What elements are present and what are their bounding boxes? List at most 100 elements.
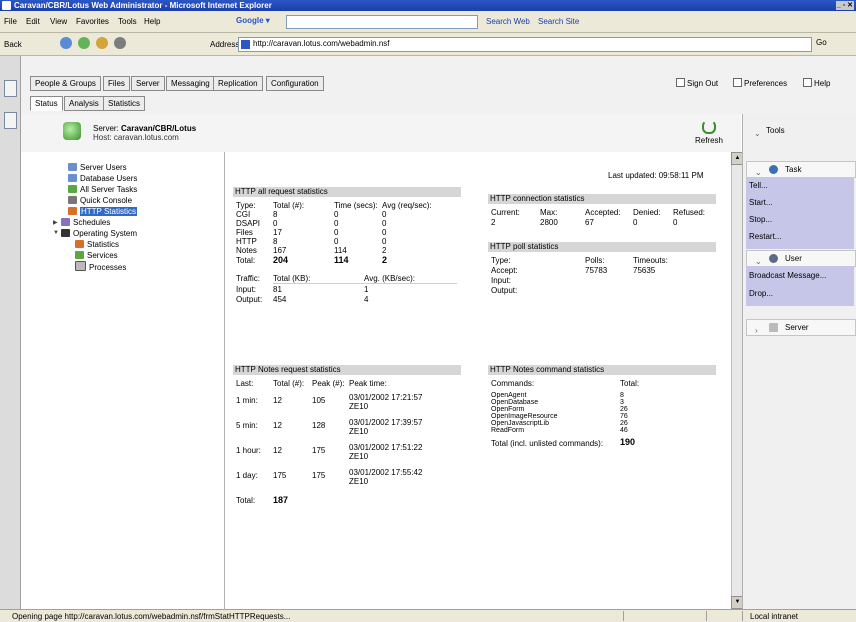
google-search-input[interactable]: [286, 15, 478, 29]
user-icon: [769, 254, 778, 263]
col-timeouts: Timeouts:: [633, 256, 668, 265]
collapse-icon[interactable]: ▼: [53, 230, 59, 236]
tab-analysis[interactable]: Analysis: [64, 96, 104, 111]
task-stop[interactable]: Stop...: [749, 215, 772, 224]
table-cell: 67: [585, 218, 594, 227]
tree-item-operating-system[interactable]: Operating System: [61, 228, 137, 239]
tree-item-services[interactable]: Services: [75, 250, 118, 261]
tree-item-statistics[interactable]: Statistics: [75, 239, 119, 250]
task-start[interactable]: Start...: [749, 198, 773, 207]
task-section[interactable]: ⌄ Task: [746, 161, 856, 178]
server-icon: [63, 122, 81, 140]
server-name: Caravan/CBR/Lotus: [121, 124, 197, 133]
table-cell: Accept:: [491, 266, 518, 275]
user-section[interactable]: ⌄ User: [746, 250, 856, 267]
table-cell: 5 min:: [236, 421, 258, 430]
table-cell: 75635: [633, 266, 656, 275]
window-controls[interactable]: _ ▫ ✕: [836, 1, 854, 10]
col-commands: Commands:: [491, 379, 535, 388]
tab-status[interactable]: Status: [30, 96, 63, 111]
table-cell: 1: [364, 285, 369, 294]
table-cell: 46: [620, 427, 628, 434]
table-cell: Input:: [236, 285, 257, 294]
tab-messaging[interactable]: Messaging: [166, 76, 215, 91]
task-tell[interactable]: Tell...: [749, 181, 768, 190]
console-icon: [68, 196, 77, 204]
stop-icon[interactable]: [60, 37, 72, 49]
tree-item-all-server-tasks[interactable]: All Server Tasks: [68, 184, 137, 195]
server-section[interactable]: › Server: [746, 319, 856, 336]
help-link[interactable]: Help: [803, 78, 830, 88]
table-cell: OpenDatabase: [491, 399, 539, 406]
table-cell: 454: [273, 295, 287, 304]
google-toolbar-logo[interactable]: Google ▾: [236, 16, 270, 25]
go-button[interactable]: Go: [816, 38, 827, 47]
tree-item-processes[interactable]: Processes: [75, 261, 126, 272]
menu-file[interactable]: File: [4, 17, 17, 26]
divider: [273, 283, 457, 284]
menu-help[interactable]: Help: [144, 17, 160, 26]
table-cell: 76: [620, 413, 628, 420]
table-cell: 4: [364, 295, 369, 304]
tab-people-groups[interactable]: People & Groups: [30, 76, 101, 91]
home-icon[interactable]: [96, 37, 108, 49]
table-cell: 3: [620, 399, 624, 406]
tree-item-http-statistics[interactable]: HTTP Statistics: [68, 206, 137, 217]
search-web-button[interactable]: Search Web: [486, 17, 530, 26]
table-cell: 1 day:: [236, 471, 258, 480]
total-label: Total (incl. unlisted commands):: [491, 439, 604, 448]
address-label: Address: [210, 40, 240, 49]
total-label: Total:: [236, 256, 256, 265]
col-avg-kb: Avg. (KB/sec):: [364, 274, 415, 283]
table-cell: OpenForm: [491, 406, 525, 413]
tree-item-schedules[interactable]: Schedules: [61, 217, 110, 228]
address-input[interactable]: http://caravan.lotus.com/webadmin.nsf: [238, 37, 812, 52]
refresh-icon[interactable]: [78, 37, 90, 49]
expand-icon[interactable]: ▶: [53, 219, 58, 226]
tree-item-quick-console[interactable]: Quick Console: [68, 195, 132, 206]
http-statistics-content: Last updated: 09:58:11 PM HTTP all reque…: [225, 152, 735, 609]
task-restart[interactable]: Restart...: [749, 232, 781, 241]
total-count: 204: [273, 255, 289, 265]
page-icon: [241, 40, 250, 49]
back-button[interactable]: Back: [4, 40, 22, 49]
tab-files[interactable]: Files: [103, 76, 130, 91]
table-cell: 128: [312, 421, 326, 430]
tab-server[interactable]: Server: [131, 76, 165, 91]
menu-tools[interactable]: Tools: [118, 17, 137, 26]
server-header: Server: Caravan/CBR/Lotus Host: caravan.…: [21, 114, 741, 153]
table-cell: Notes: [236, 246, 257, 255]
col-denied: Denied:: [633, 208, 661, 217]
menu-edit[interactable]: Edit: [26, 17, 40, 26]
refresh-icon: [702, 120, 716, 134]
tools-header[interactable]: ⌄ Tools: [746, 123, 854, 138]
tab-statistics[interactable]: Statistics: [103, 96, 146, 111]
tab-replication[interactable]: Replication: [213, 76, 263, 91]
page-icon[interactable]: [4, 80, 17, 97]
tree-item-database-users[interactable]: Database Users: [68, 173, 137, 184]
table-cell: HTTP: [236, 237, 257, 246]
menu-favorites[interactable]: Favorites: [76, 17, 109, 26]
address-value: http://caravan.lotus.com/webadmin.nsf: [253, 39, 390, 48]
tree-item-server-users[interactable]: Server Users: [68, 162, 127, 173]
user-drop[interactable]: Drop...: [749, 289, 773, 298]
table-cell: 03/01/2002 17:21:57: [349, 393, 423, 402]
status-bar: Opening page http://caravan.lotus.com/we…: [0, 609, 856, 622]
col-accepted: Accepted:: [585, 208, 621, 217]
sign-out-link[interactable]: Sign Out: [676, 78, 718, 88]
refresh-button[interactable]: Refresh: [689, 120, 729, 145]
poll-header: HTTP poll statistics: [488, 242, 716, 252]
connection-header: HTTP connection statistics: [488, 194, 716, 204]
table-cell: 1 hour:: [236, 446, 261, 455]
user-broadcast-message[interactable]: Broadcast Message...: [749, 271, 826, 280]
table-cell: 0: [334, 237, 339, 246]
table-cell: CGI: [236, 210, 251, 219]
menu-bar: File Edit View Favorites Tools Help Goog…: [0, 11, 856, 33]
tab-configuration[interactable]: Configuration: [266, 76, 324, 91]
pages-icon[interactable]: [4, 112, 17, 129]
search-site-button[interactable]: Search Site: [538, 17, 579, 26]
last-updated: Last updated: 09:58:11 PM: [608, 171, 704, 180]
preferences-link[interactable]: Preferences: [733, 78, 787, 88]
search-icon[interactable]: [114, 37, 126, 49]
menu-view[interactable]: View: [50, 17, 67, 26]
